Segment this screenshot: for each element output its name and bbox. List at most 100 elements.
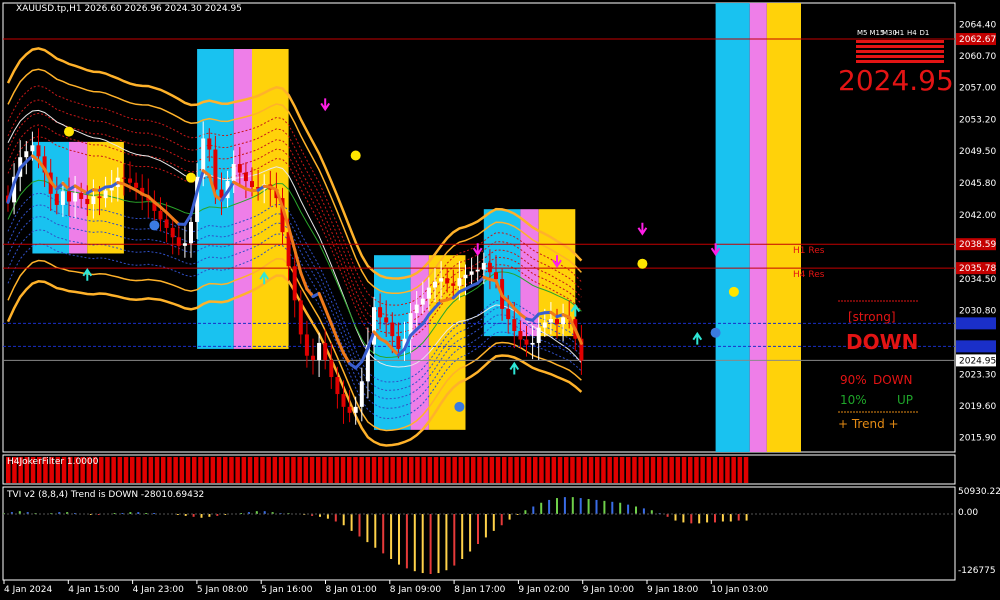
candle-body xyxy=(103,190,108,199)
widget-tf-4: H4 xyxy=(907,29,917,37)
zone-0-band-1 xyxy=(69,141,88,254)
candle-body xyxy=(518,331,523,340)
filter-bar xyxy=(489,457,495,483)
candle-body xyxy=(390,322,395,337)
candle-body xyxy=(323,342,328,360)
candle-body xyxy=(79,192,84,199)
filter-bar xyxy=(291,457,296,483)
candle-body xyxy=(414,304,419,314)
candle-body xyxy=(561,317,566,325)
time-label-6: 8 Jan 09:00 xyxy=(390,585,442,595)
filter-bar xyxy=(142,457,147,483)
filter-bar xyxy=(353,457,358,483)
candle-body xyxy=(24,151,29,158)
signal-dot-0 xyxy=(64,126,74,137)
candle-body xyxy=(97,196,102,199)
filter-bar xyxy=(545,457,550,483)
signal-dot-3 xyxy=(728,286,739,297)
filter-bar xyxy=(421,457,426,483)
filter-bar xyxy=(130,457,135,483)
time-label-4: 5 Jan 16:00 xyxy=(261,585,313,595)
candle-body xyxy=(420,298,425,305)
candle-body xyxy=(384,317,389,323)
widget-price: 2024.95 xyxy=(838,64,954,97)
time-label-10: 9 Jan 18:00 xyxy=(647,585,699,595)
candle-body xyxy=(335,377,340,395)
candle-body xyxy=(329,359,334,378)
candle-body xyxy=(487,262,492,273)
price-tick-2: 2057.00 xyxy=(959,83,996,93)
candle-body xyxy=(67,191,71,202)
filter-bar xyxy=(650,457,656,483)
candle-body xyxy=(433,281,437,288)
filter-bar xyxy=(557,457,563,483)
filter-bar xyxy=(712,457,718,483)
filter-bar xyxy=(675,457,681,483)
time-label-5: 8 Jan 01:00 xyxy=(326,585,378,595)
signal-dot-1 xyxy=(186,172,196,183)
candle-body xyxy=(85,198,90,205)
candle-body xyxy=(311,355,315,360)
time-label-11: 10 Jan 03:00 xyxy=(711,585,768,595)
filter-bar xyxy=(471,457,476,483)
filter-bar xyxy=(539,457,544,483)
filter-bar xyxy=(402,457,408,483)
filter-bar xyxy=(632,457,637,483)
filter-bar xyxy=(638,457,643,483)
filter-bar xyxy=(551,457,557,483)
filter-bar xyxy=(719,457,724,483)
up-arrow-2 xyxy=(509,361,520,375)
candle-body xyxy=(182,243,187,246)
widget-strength-bar xyxy=(856,55,944,58)
candle-body xyxy=(243,172,248,182)
candle-body xyxy=(396,336,401,349)
filter-bar xyxy=(607,457,612,483)
candle-body xyxy=(237,164,242,173)
time-label-8: 9 Jan 02:00 xyxy=(518,585,570,595)
filter-bar xyxy=(595,457,600,483)
filter-bar xyxy=(260,457,265,483)
filter-bar xyxy=(688,457,693,483)
filter-bar xyxy=(254,457,259,483)
filter-bar xyxy=(198,457,203,483)
time-label-2: 4 Jan 23:00 xyxy=(133,585,185,595)
candle-body xyxy=(426,287,431,299)
filter-bar xyxy=(700,457,705,483)
candle-body xyxy=(451,283,456,286)
zone-4-band-1 xyxy=(749,3,767,452)
filter-bar xyxy=(477,457,482,483)
price-tick-8: 2030.80 xyxy=(959,307,996,317)
candle-body xyxy=(158,210,163,220)
widget-strength-bar xyxy=(856,60,944,63)
up-arrow-4 xyxy=(692,331,703,345)
filter-bar xyxy=(210,457,216,483)
filter-bar xyxy=(161,457,166,483)
filter-bar xyxy=(570,457,575,483)
widget-signal: DOWN xyxy=(846,330,919,354)
filter-bar xyxy=(409,457,414,483)
filter-bar xyxy=(452,457,457,483)
filter-bar xyxy=(576,457,581,483)
down-arrow-1 xyxy=(472,243,483,257)
candle-body xyxy=(542,322,547,328)
trend-line-segment xyxy=(299,271,309,291)
filter-bar xyxy=(285,457,290,483)
filter-bar xyxy=(669,457,674,483)
price-panel-frame xyxy=(2,2,956,453)
filter-bar xyxy=(154,457,160,483)
candle-body xyxy=(530,342,535,345)
candle-body xyxy=(189,221,193,244)
candle-body xyxy=(91,196,96,205)
time-label-3: 5 Jan 08:00 xyxy=(197,585,249,595)
price-tick-6: 2042.00 xyxy=(959,211,996,221)
candle-body xyxy=(494,272,498,280)
res-label-1: H4 Res xyxy=(793,270,825,280)
widget-tf-3: H1 xyxy=(895,29,905,37)
widget-strength-bar xyxy=(856,40,944,43)
widget-strength-bar xyxy=(856,50,944,53)
price-box-label-2: 2035.78 xyxy=(959,264,996,274)
filter-bar xyxy=(334,457,340,483)
filter-bar xyxy=(328,457,333,483)
price-tick-11: 2015.90 xyxy=(959,434,996,444)
filter-bar xyxy=(278,457,284,483)
